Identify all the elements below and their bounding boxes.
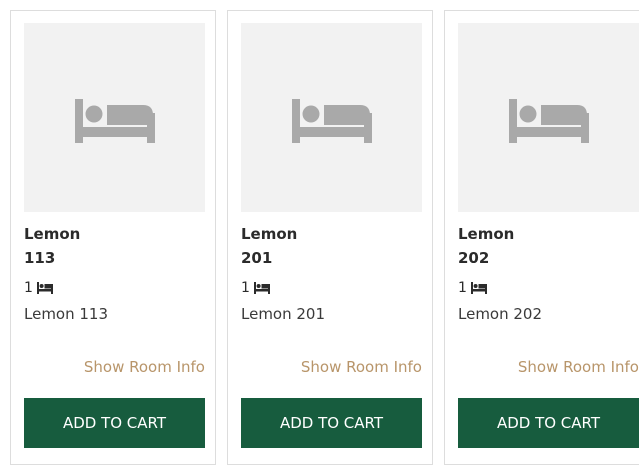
room-name-line2: 113 [24, 249, 56, 267]
room-name: Lemon 202 [458, 222, 639, 270]
bed-icon [508, 98, 589, 143]
room-name-line1: Lemon [241, 225, 298, 243]
room-description: Lemon 113 [24, 305, 109, 323]
room-card: Lemon 201 1 Lemon 201 Show Room Info ADD… [227, 10, 433, 465]
bed-icon [291, 98, 372, 143]
bed-icon [253, 282, 270, 294]
show-room-info-link[interactable]: Show Room Info [24, 357, 205, 377]
room-image-placeholder [458, 23, 639, 212]
room-card: Lemon 202 1 Lemon 202 Show Room Info ADD… [444, 10, 639, 465]
bed-count: 1 [241, 279, 422, 297]
add-to-cart-button[interactable]: ADD TO CART [24, 398, 205, 448]
bed-count: 1 [24, 279, 205, 297]
room-name-line2: 202 [458, 249, 490, 267]
bed-count-value: 1 [24, 280, 33, 296]
room-name: Lemon 113 [24, 222, 205, 270]
add-to-cart-button[interactable]: ADD TO CART [241, 398, 422, 448]
show-room-info-link[interactable]: Show Room Info [241, 357, 422, 377]
room-image-placeholder [24, 23, 205, 212]
room-card: Lemon 113 1 Lemon 113 Show Room Info ADD… [10, 10, 216, 465]
bed-icon [74, 98, 155, 143]
show-room-info-link[interactable]: Show Room Info [458, 357, 639, 377]
bed-count-value: 1 [458, 280, 467, 296]
room-card-grid: Lemon 113 1 Lemon 113 Show Room Info ADD… [10, 10, 639, 465]
room-name-line2: 201 [241, 249, 273, 267]
room-name-line1: Lemon [24, 225, 81, 243]
room-description: Lemon 201 [241, 305, 326, 323]
bed-icon [470, 282, 487, 294]
room-name: Lemon 201 [241, 222, 422, 270]
room-image-placeholder [241, 23, 422, 212]
bed-count-value: 1 [241, 280, 250, 296]
add-to-cart-button[interactable]: ADD TO CART [458, 398, 639, 448]
bed-count: 1 [458, 279, 639, 297]
room-description: Lemon 202 [458, 305, 543, 323]
room-name-line1: Lemon [458, 225, 515, 243]
bed-icon [36, 282, 53, 294]
